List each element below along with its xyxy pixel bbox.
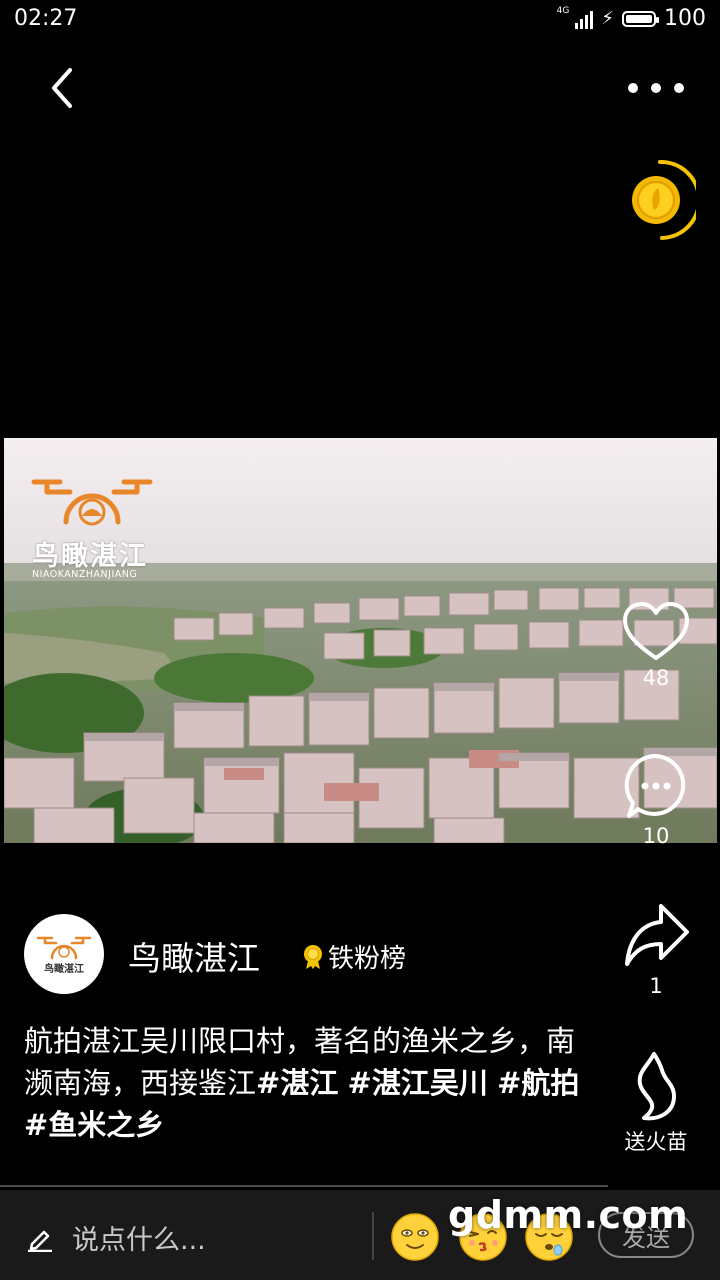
gold-coin-icon (632, 159, 701, 240)
divider (372, 1212, 374, 1260)
more-button[interactable] (628, 76, 684, 100)
author-avatar[interactable]: 鸟瞰湛江 (24, 914, 104, 994)
back-button[interactable] (44, 66, 84, 110)
smile-emoji-icon[interactable] (390, 1212, 440, 1262)
avatar-logo-icon (36, 936, 92, 960)
hashtag[interactable]: #鱼米之乡 (24, 1108, 164, 1142)
share-count: 1 (649, 974, 663, 998)
battery-level: 100 (664, 6, 706, 31)
share-arrow-icon (625, 904, 689, 966)
comment-input[interactable]: 说点什么... (72, 1218, 206, 1257)
medal-icon (304, 944, 322, 969)
status-indicators: 4G ⚡ 100 (556, 5, 706, 32)
like-count: 48 (642, 666, 670, 690)
share-button[interactable]: 1 (606, 900, 706, 998)
post-caption: 航拍湛江吴川限口村，著名的渔米之乡，南濒南海，西接鉴江#湛江 #湛江吴川 #航拍… (24, 1020, 584, 1146)
like-button[interactable]: 48 (606, 600, 706, 690)
signal-icon (575, 9, 594, 29)
flame-icon (637, 1052, 676, 1121)
author-name[interactable]: 鸟瞰湛江 (128, 932, 260, 980)
hashtag[interactable]: #湛江 (256, 1066, 338, 1100)
comment-count: 10 (642, 824, 670, 848)
site-watermark: gdmm.com (448, 1193, 689, 1237)
chevron-left-icon (52, 68, 72, 108)
gift-label: 送火苗 (624, 1130, 688, 1154)
video-watermark-title: 鸟瞰湛江 (32, 541, 148, 572)
comment-button[interactable]: 10 (606, 750, 706, 848)
status-time: 02:27 (14, 6, 78, 31)
video-watermark-subtitle: NIAOKANZHANJIANG (32, 569, 138, 580)
avatar-title: 鸟瞰湛江 (44, 964, 84, 975)
more-dots-icon (628, 83, 638, 93)
heart-icon (623, 602, 689, 660)
pencil-icon[interactable] (26, 1224, 54, 1253)
comment-bubble-icon (624, 753, 686, 818)
coin-reward-button[interactable] (624, 158, 701, 242)
network-type: 4G (556, 5, 570, 16)
badge-label: 铁粉榜 (328, 944, 407, 974)
fan-rank-badge[interactable]: 铁粉榜 (302, 938, 406, 975)
drone-logo-icon (31, 479, 153, 526)
hashtag[interactable]: #湛江吴川 (348, 1066, 488, 1100)
divider (0, 1185, 608, 1187)
charging-icon: ⚡ (601, 8, 614, 29)
gift-flame-button[interactable]: 送火苗 (606, 1050, 706, 1156)
battery-icon (622, 10, 659, 27)
hashtag[interactable]: #航拍 (497, 1066, 579, 1100)
video-watermark-logo (30, 472, 154, 532)
